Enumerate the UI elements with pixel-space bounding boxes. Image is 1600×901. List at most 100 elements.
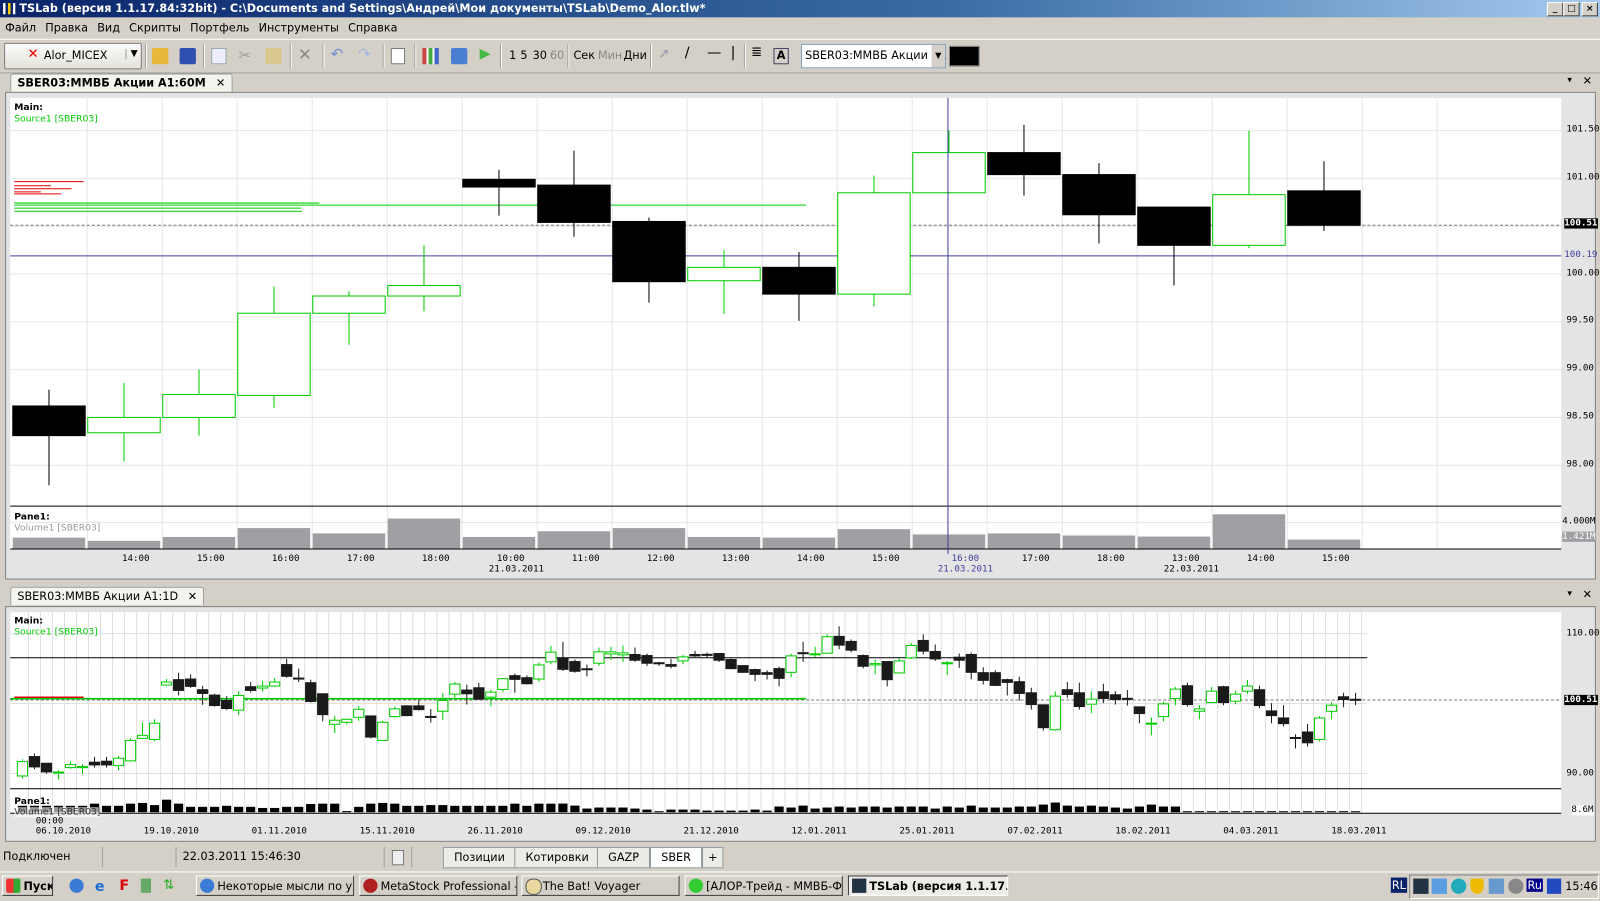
keyboard-layout-indicator[interactable]: Ru [1526,878,1543,892]
volume-bar [1338,811,1349,813]
task-thebat[interactable]: The Bat! Voyager [521,875,680,896]
date-axis-label: 01.11.2010 [251,826,307,837]
candle-body [1325,704,1338,712]
volume-bar [702,810,712,813]
task-tslab[interactable]: TSLab (версия 1.1.17... [847,875,1009,896]
start-button[interactable]: Пуск [2,875,54,896]
volume-bar [522,805,532,813]
candle-body [1121,697,1133,700]
volume-bar [810,808,820,813]
candle-body [737,665,749,673]
flash-icon[interactable]: F [119,878,129,894]
candle-body [689,653,701,657]
volume-bar [318,803,328,813]
calendar-icon[interactable] [1546,878,1562,894]
date-axis-label: 09.12.2010 [575,826,631,837]
volume-bar [1074,806,1084,813]
price-tick-label: 90.00 [1566,768,1594,779]
add-tab-button[interactable]: + [702,846,724,869]
volume-bar [1314,811,1325,813]
candle-body [773,668,785,679]
dropbox-icon[interactable] [1431,878,1447,894]
internet-explorer-icon[interactable]: e [95,879,105,895]
candle-body [52,771,65,774]
candle-body [1025,692,1037,706]
chart-1d[interactable] [0,0,1600,847]
candle-body [701,653,713,656]
volume-bar [246,806,256,813]
volume-bar [978,807,988,813]
volume-bar [1230,811,1241,813]
candle-body [1337,696,1350,701]
candle-body [1193,708,1206,712]
date-axis-label: 19.10.2010 [143,826,199,837]
candle-body [1217,686,1230,704]
task-metastock[interactable]: MetaStock Professional -... [359,875,518,896]
volume-bar [738,810,748,813]
volume-bar [1110,807,1120,813]
candle-body [725,659,737,670]
volume-bar [137,802,148,813]
volume-bar [390,803,400,813]
date-axis-label: 26.11.2010 [467,826,523,837]
candle-body [1061,689,1073,695]
date-axis-label: 21.12.2010 [683,826,739,837]
status-tab-sber[interactable]: SBER [649,846,703,869]
network-icon[interactable] [1488,878,1505,894]
candle-body [905,644,917,659]
volume-bar [1002,807,1012,813]
candle-body [269,681,281,687]
tslab-tray-icon[interactable] [1413,878,1429,894]
notes-icon[interactable] [391,849,405,866]
candle-body [1169,688,1182,699]
volume-bar [294,806,304,813]
internet-explorer-icon [199,878,215,893]
language-indicator[interactable]: RL [1390,877,1407,893]
volume-bar [870,806,880,813]
date-axis-label: 18.03.2011 [1331,826,1387,837]
volume-bar [954,807,964,813]
volume-bar [486,805,496,813]
volume-bar [774,806,784,813]
volume-bar [450,805,460,813]
candle-body [881,661,893,681]
tslab-window: TSLab (версия 1.1.17.84:32bit) - C:\Docu… [0,0,1600,901]
candle-body [76,766,89,769]
candle-body [869,663,881,666]
volume-pane-label: Pane1: [14,796,50,808]
alor-icon[interactable]: ⇅ [163,878,174,893]
volume-bar [101,805,112,813]
status-tab-positions[interactable]: Позиции [442,846,517,869]
status-tab-quotes[interactable]: Котировки [514,846,601,869]
date-axis-label: 12.01.2011 [791,826,847,837]
candle-body [172,679,185,691]
thebat-icon [525,878,542,895]
candle-body [425,715,437,718]
volume-bar [1014,806,1024,813]
volume-bar [1122,808,1132,813]
volume-bar [1206,811,1217,813]
candle-body [641,655,653,664]
volume-icon[interactable] [1508,878,1524,894]
candle-body [833,635,845,646]
candle-body [1097,691,1109,699]
volume-bar [426,805,436,813]
candle-body [221,699,233,710]
quicklaunch-icon[interactable] [69,878,84,893]
status-tab-gazp[interactable]: GAZP [596,846,651,869]
volume-bar [258,807,268,813]
candle-body [1085,698,1097,705]
volume-bar [414,805,424,813]
volume-bar [113,805,124,813]
volume-bar [185,806,196,813]
volume-bar [462,805,472,813]
battery-icon[interactable] [140,878,152,893]
skype-icon[interactable] [1451,878,1467,894]
task-alor-trade[interactable]: [АЛОР-Трейд - ММВБ-Ф... [684,875,843,896]
candle-body [257,685,269,689]
security-shield-icon[interactable] [1470,878,1484,894]
candle-body [749,669,761,675]
candle-body [917,639,929,652]
candle-body [16,761,29,777]
task-browser[interactable]: Некоторые мысли по у... [195,875,355,896]
